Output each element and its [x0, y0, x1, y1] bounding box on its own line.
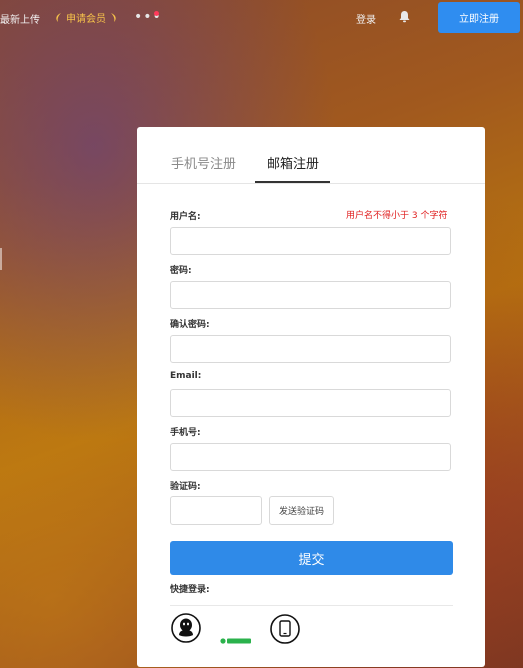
username-input[interactable] — [170, 227, 451, 255]
laurel-left-icon — [56, 13, 61, 22]
password-label: 密码: — [170, 266, 192, 276]
latest-upload-link[interactable]: 最新上传 — [0, 11, 40, 26]
username-error-hint: 用户名不得小于 3 个字符 — [346, 211, 448, 221]
side-handle — [0, 248, 2, 270]
laurel-right-icon — [111, 13, 116, 22]
email-label: Email: — [170, 371, 202, 381]
tablet-icon[interactable] — [270, 614, 300, 644]
wechat-icon[interactable] — [220, 637, 251, 645]
register-now-button[interactable]: 立即注册 — [438, 2, 520, 33]
bell-icon[interactable] — [398, 10, 411, 23]
active-tab-indicator — [255, 181, 330, 183]
vip-link[interactable]: 申请会员 — [54, 10, 118, 25]
top-bar: 最新上传 申请会员 ••• 登录 立即注册 — [0, 0, 523, 36]
notification-dot — [154, 11, 159, 16]
send-code-button[interactable]: 发送验证码 — [269, 496, 334, 525]
password-input[interactable] — [170, 281, 451, 309]
login-link[interactable]: 登录 — [356, 11, 376, 26]
confirm-password-label: 确认密码: — [170, 320, 210, 330]
tab-email-register[interactable]: 邮箱注册 — [267, 153, 319, 172]
qq-icon[interactable] — [171, 613, 201, 643]
tab-phone-register[interactable]: 手机号注册 — [171, 153, 236, 172]
register-panel: 手机号注册 邮箱注册 用户名: 用户名不得小于 3 个字符 密码: 确认密码: … — [137, 127, 485, 667]
confirm-password-input[interactable] — [170, 335, 451, 363]
phone-label: 手机号: — [170, 428, 201, 438]
code-label: 验证码: — [170, 482, 201, 492]
submit-button[interactable]: 提交 — [170, 541, 453, 575]
username-label: 用户名: — [170, 212, 201, 222]
quick-login-divider — [170, 605, 453, 606]
email-input[interactable] — [170, 389, 451, 417]
verification-code-input[interactable] — [170, 496, 262, 525]
phone-input[interactable] — [170, 443, 451, 471]
quick-login-label: 快捷登录: — [170, 585, 210, 595]
vip-label: 申请会员 — [66, 14, 106, 25]
register-tabs: 手机号注册 邮箱注册 — [137, 127, 485, 184]
